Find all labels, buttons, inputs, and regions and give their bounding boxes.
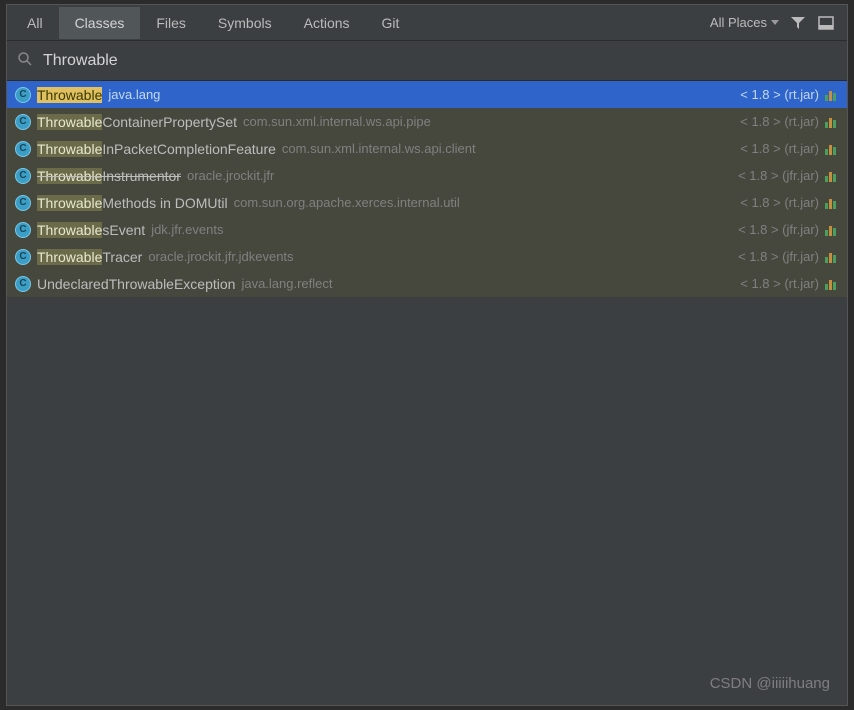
result-name: ThrowableMethods in DOMUtil [37,195,228,211]
result-name: Throwable [37,87,102,103]
result-package: com.sun.xml.internal.ws.api.pipe [243,114,431,129]
result-row[interactable]: UndeclaredThrowableException java.lang.r… [7,270,847,297]
search-input[interactable] [43,52,837,70]
result-package: oracle.jrockit.jfr.jdkevents [148,249,293,264]
library-icon [825,250,839,264]
library-icon [825,169,839,183]
tab-files[interactable]: Files [140,7,202,39]
search-row [7,41,847,81]
results-list: Throwable java.lang< 1.8 > (rt.jar)Throw… [7,81,847,297]
class-icon [15,249,31,265]
chevron-down-icon [771,20,779,25]
result-name: ThrowableInstrumentor [37,168,181,184]
result-name: ThrowableContainerPropertySet [37,114,237,130]
tab-symbols[interactable]: Symbols [202,7,288,39]
result-row[interactable]: ThrowableMethods in DOMUtil com.sun.org.… [7,189,847,216]
scope-selector[interactable]: All Places [710,15,779,30]
search-everywhere-popup: All Classes Files Symbols Actions Git Al… [6,4,848,706]
class-icon [15,168,31,184]
tabs-right: All Places [710,14,843,32]
scope-label: All Places [710,15,767,30]
result-name: ThrowablesEvent [37,222,145,238]
result-row[interactable]: ThrowablesEvent jdk.jfr.events < 1.8 > (j… [7,216,847,243]
class-icon [15,222,31,238]
result-meta: < 1.8 > (rt.jar) [740,141,819,156]
result-meta: < 1.8 > (rt.jar) [740,195,819,210]
class-icon [15,141,31,157]
library-icon [825,88,839,102]
library-icon [825,115,839,129]
result-meta: < 1.8 > (jfr.jar) [738,222,819,237]
result-package: com.sun.xml.internal.ws.api.client [282,141,476,156]
library-icon [825,223,839,237]
library-icon [825,277,839,291]
class-icon [15,87,31,103]
result-row[interactable]: ThrowableTracer oracle.jrockit.jfr.jdkev… [7,243,847,270]
search-icon [17,51,33,70]
result-row[interactable]: ThrowableInstrumentor oracle.jrockit.jfr… [7,162,847,189]
open-tool-window-icon[interactable] [817,14,835,32]
result-name: UndeclaredThrowableException [37,276,235,292]
result-row[interactable]: Throwable java.lang < 1.8 > (rt.jar) [7,81,847,108]
result-row[interactable]: ThrowableInPacketCompletionFeature com.s… [7,135,847,162]
library-icon [825,196,839,210]
result-meta: < 1.8 > (rt.jar) [740,114,819,129]
result-name: ThrowableInPacketCompletionFeature [37,141,276,157]
tab-actions[interactable]: Actions [288,7,366,39]
tab-git[interactable]: Git [366,7,416,39]
class-icon [15,114,31,130]
result-meta: < 1.8 > (rt.jar) [740,276,819,291]
class-icon [15,276,31,292]
tab-all[interactable]: All [11,7,59,39]
watermark-text: CSDN @iiiiihuang [710,675,830,692]
library-icon [825,142,839,156]
result-package: com.sun.org.apache.xerces.internal.util [234,195,460,210]
class-icon [15,195,31,211]
tab-classes[interactable]: Classes [59,7,141,39]
result-meta: < 1.8 > (rt.jar) [740,87,819,102]
result-package: java.lang.reflect [241,276,332,291]
result-package: java.lang [108,87,160,102]
filter-icon[interactable] [789,14,807,32]
result-meta: < 1.8 > (jfr.jar) [738,249,819,264]
result-package: oracle.jrockit.jfr [187,168,274,183]
result-row[interactable]: ThrowableContainerPropertySet com.sun.xm… [7,108,847,135]
result-meta: < 1.8 > (jfr.jar) [738,168,819,183]
tabs-bar: All Classes Files Symbols Actions Git Al… [7,5,847,41]
result-package: jdk.jfr.events [151,222,223,237]
result-name: ThrowableTracer [37,249,142,265]
